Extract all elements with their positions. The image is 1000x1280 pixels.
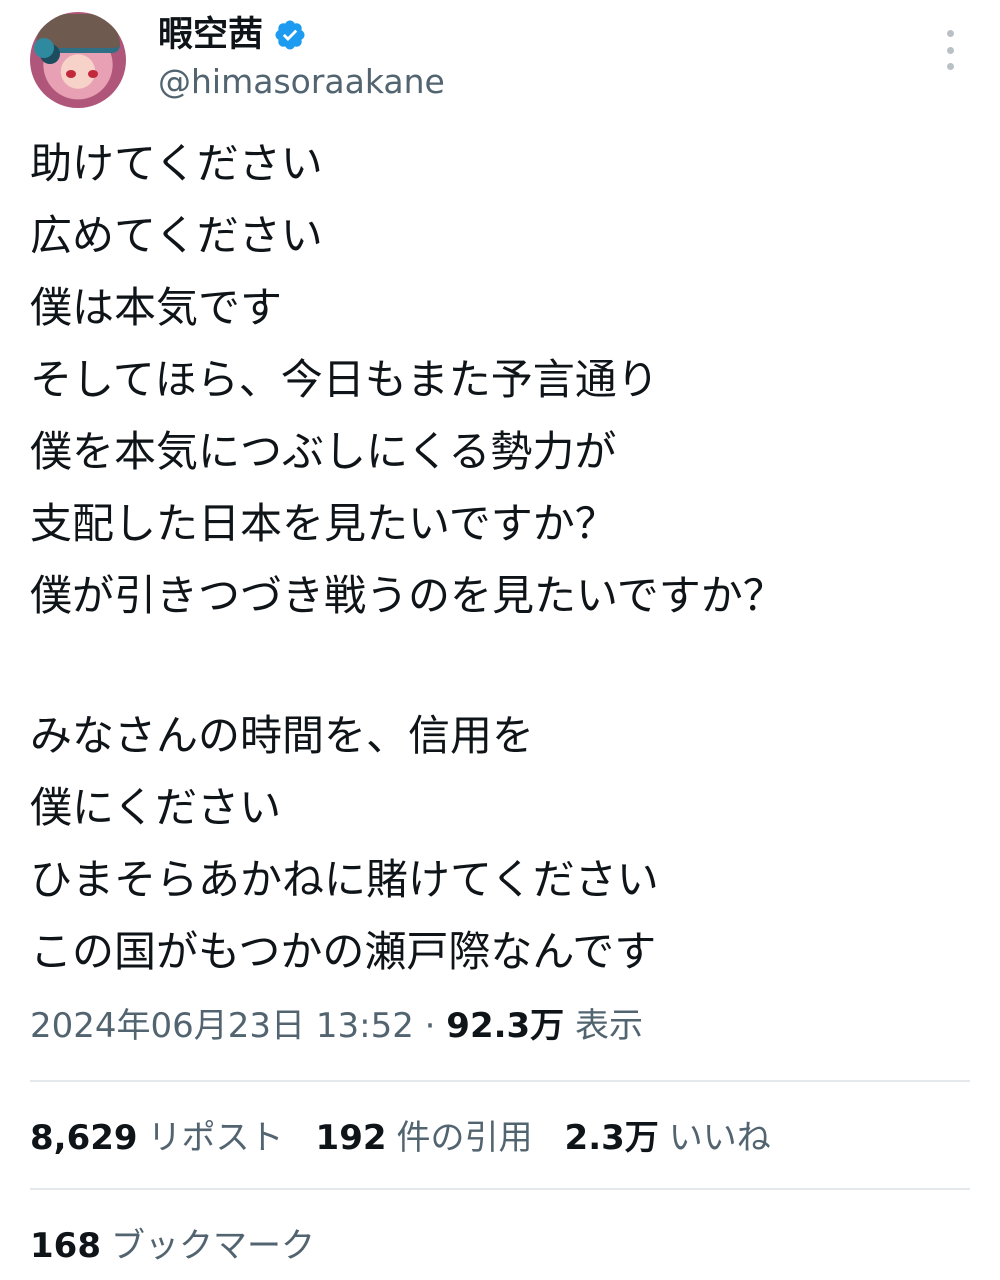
reposts-count: 8,629 (30, 1118, 138, 1158)
tweet-meta: 2024年06月23日 13:52 · 92.3万 表示 (30, 1002, 643, 1050)
tweet-line: 広めてください (30, 211, 323, 260)
likes-stat[interactable]: 2.3万 いいね (565, 1114, 771, 1162)
avatar-ribbon (34, 38, 54, 58)
views-count: 92.3万 (446, 1006, 565, 1046)
more-dot (946, 30, 954, 37)
tweet-line: 助けてください (30, 139, 323, 188)
bookmarks-label: ブックマーク (110, 1226, 315, 1266)
tweet-line: 僕が引きつづき戦うのを見たいですか？ (30, 571, 785, 620)
views-label: 表示 (575, 1006, 643, 1046)
tweet-line: この国がもつかの瀬戸際なんです (30, 927, 657, 976)
bookmarks-count: 168 (30, 1226, 101, 1266)
tweet-line: 支配した日本を見たいですか？ (30, 499, 617, 548)
tweet-line: 僕を本気につぶしにくる勢力が (30, 427, 617, 476)
tweet-line: みなさんの時間を、信用を (30, 711, 535, 760)
tweet-line: ひまそらあかねに賭けてください (30, 855, 659, 904)
verified-badge-icon (275, 20, 305, 50)
quotes-label: 件の引用 (396, 1118, 533, 1158)
timestamp[interactable]: 2024年06月23日 13:52 (30, 1006, 414, 1046)
avatar-eye-right (88, 70, 98, 78)
quotes-count: 192 (315, 1118, 387, 1158)
quotes-stat[interactable]: 192 件の引用 (316, 1114, 533, 1162)
more-dot (946, 63, 954, 70)
likes-count: 2.3万 (564, 1118, 659, 1158)
avatar-eye-left (66, 70, 76, 78)
display-name[interactable]: 暇空茜 (158, 14, 263, 56)
tweet-body: 助けてください 広めてください 僕は本気です そしてほら、今日もまた予言通り 僕… (30, 128, 970, 988)
divider (30, 1080, 970, 1082)
more-dot (946, 46, 954, 54)
display-name-row[interactable]: 暇空茜 (158, 14, 307, 56)
likes-label: いいね (668, 1118, 771, 1158)
bookmarks-stat[interactable]: 168 ブックマーク (30, 1222, 315, 1270)
engagement-stats: 8,629 リポスト 192 件の引用 2.3万 いいね (30, 1114, 803, 1162)
reposts-label: リポスト (147, 1118, 284, 1158)
tweet-paragraph-gap (30, 632, 970, 700)
meta-separator: · (424, 1006, 436, 1046)
more-vertical-icon[interactable] (938, 30, 962, 70)
tweet-line: 僕にください (30, 783, 282, 832)
divider (30, 1188, 970, 1190)
tweet-line: そしてほら、今日もまた予言通り (30, 355, 659, 404)
reposts-stat[interactable]: 8,629 リポスト (30, 1114, 284, 1162)
tweet-line: 僕は本気です (30, 283, 283, 332)
user-handle[interactable]: @himasoraakane (158, 62, 445, 102)
avatar[interactable] (30, 12, 126, 108)
